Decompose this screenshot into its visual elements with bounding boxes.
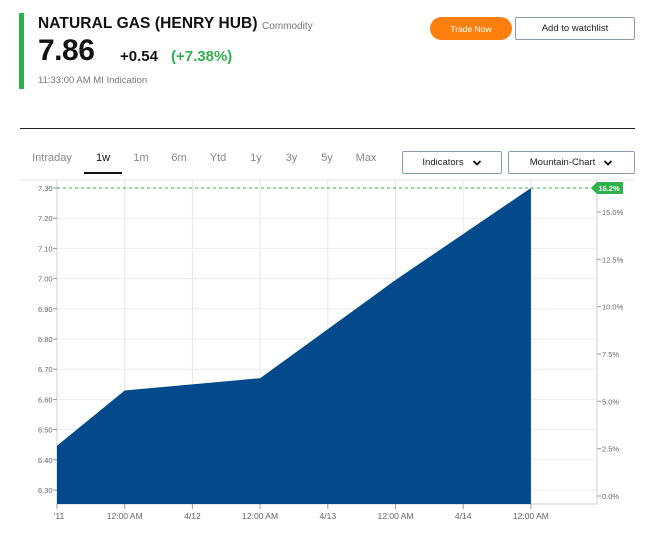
y-tick-label: 6.80	[38, 335, 53, 344]
accent-bar	[19, 13, 24, 89]
y-tick-label: 7.20	[38, 214, 53, 223]
chevron-down-icon	[604, 159, 613, 166]
range-tab-1y[interactable]: 1y	[238, 146, 274, 174]
y2-tick-label: 2.5%	[602, 445, 619, 454]
y-tick-label: 6.40	[38, 456, 53, 465]
y-tick-label: 6.50	[38, 426, 53, 435]
price-area	[57, 188, 531, 504]
y2-tick-label: 7.5%	[602, 350, 619, 359]
trade-now-button[interactable]: Trade Now	[430, 17, 512, 40]
x-tick-label: 4/13	[320, 511, 337, 521]
range-tab-intraday[interactable]: Intraday	[20, 146, 84, 174]
y-tick-label: 7.00	[38, 275, 53, 284]
instrument-title: NATURAL GAS (HENRY HUB)	[38, 15, 258, 32]
price-change: +0.54	[120, 48, 158, 65]
current-pct-label: 16.2%	[598, 184, 620, 193]
y2-tick-label: 10.0%	[602, 303, 624, 312]
range-tab-5y[interactable]: 5y	[309, 146, 345, 174]
chevron-down-icon	[472, 159, 481, 166]
x-tick-label: 4/12	[184, 511, 201, 521]
chart-type-label: Mountain-Chart	[529, 157, 596, 168]
instrument-category: Commodity	[262, 21, 313, 32]
quote-timestamp: 11:33:00 AM MI Indication	[38, 75, 148, 86]
section-divider	[20, 128, 635, 129]
range-tab-6m[interactable]: 6m	[160, 146, 198, 174]
y2-tick-label: 0.0%	[602, 492, 619, 501]
x-tick-label: '11	[54, 511, 65, 521]
indicators-dropdown[interactable]: Indicators	[402, 151, 502, 174]
y-tick-label: 6.70	[38, 365, 53, 374]
last-price: 7.86	[38, 34, 95, 67]
indicators-label: Indicators	[422, 157, 464, 168]
range-tab-1m[interactable]: 1m	[122, 146, 160, 174]
x-tick-label: 12:00 AM	[107, 511, 143, 521]
range-tab-ytd[interactable]: Ytd	[198, 146, 238, 174]
price-change-percent: (+7.38%)	[171, 48, 233, 65]
range-tab-1w[interactable]: 1w	[84, 146, 122, 174]
y-tick-label: 6.30	[38, 486, 53, 495]
x-tick-label: 12:00 AM	[513, 511, 549, 521]
time-range-tabs: Intraday 1w 1m 6m Ytd 1y 3y 5y Max	[20, 146, 387, 174]
add-to-watchlist-button[interactable]: Add to watchlist	[515, 17, 635, 40]
range-tab-3y[interactable]: 3y	[274, 146, 309, 174]
price-chart[interactable]: '11 12:00 AM 4/12 12:00 AM 4/13 12:00 AM 4/14 1…	[0, 178, 656, 538]
chart-type-dropdown[interactable]: Mountain-Chart	[508, 151, 635, 174]
y2-tick-label: 5.0%	[602, 397, 619, 406]
y2-tick-label: 12.5%	[602, 255, 624, 264]
y-tick-label: 6.90	[38, 305, 53, 314]
y-tick-label: 7.30	[38, 184, 53, 193]
y-tick-label: 7.10	[38, 244, 53, 253]
x-tick-label: 12:00 AM	[242, 511, 278, 521]
y2-tick-label: 15.0%	[602, 208, 624, 217]
range-tab-max[interactable]: Max	[345, 146, 387, 174]
y-tick-label: 6.60	[38, 395, 53, 404]
x-tick-label: 12:00 AM	[378, 511, 414, 521]
x-tick-label: 4/14	[455, 511, 472, 521]
